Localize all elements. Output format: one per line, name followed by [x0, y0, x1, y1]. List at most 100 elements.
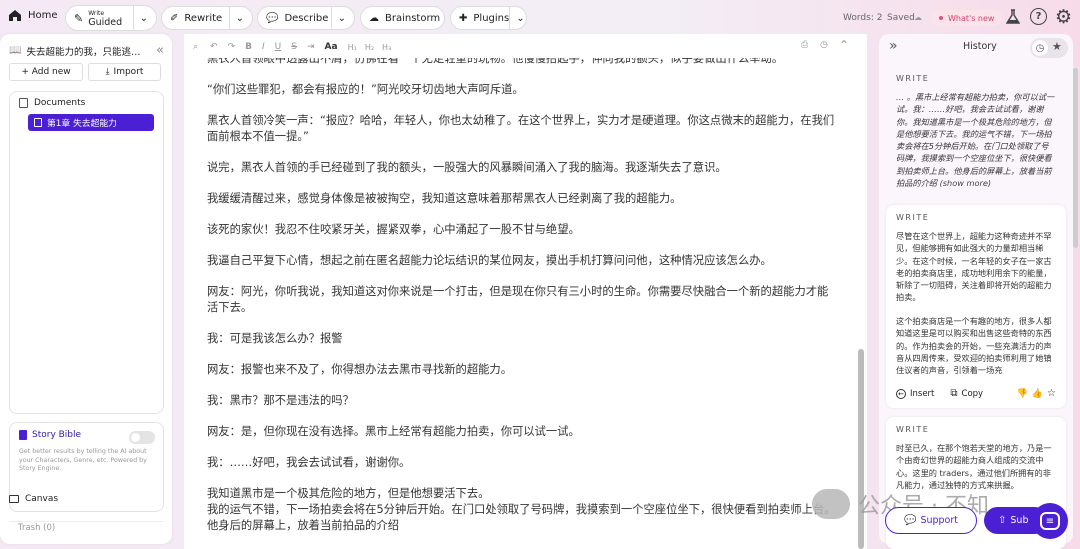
story-bible-description: Get better results by telling the AI abo… [19, 448, 147, 472]
import-icon: ⤓ [105, 67, 110, 77]
italic-icon[interactable]: I [262, 42, 265, 52]
editor-paragraph[interactable]: 该死的家伙！我忍不住咬紧牙关，握紧双拳，心中涌起了一股不甘与绝望。 [207, 222, 839, 238]
history-card-text: 这个拍卖商店是一个有趣的地方，很多人都知道这里是可以购买和出售这些奇特的东西的。… [896, 316, 1052, 375]
feather-icon: ✎ [74, 11, 84, 25]
chevron-down-icon[interactable]: ⌄ [330, 7, 346, 29]
import-button[interactable]: ⤓ Import [88, 63, 161, 81]
add-new-button[interactable]: + Add new [9, 63, 83, 81]
editor-paragraph[interactable]: “你们这些罪犯，都会有报应的！”阿光咬牙切齿地大声呵斥道。 [207, 82, 839, 98]
show-more-link[interactable]: (show more) [940, 178, 992, 187]
scrollbar[interactable] [857, 62, 865, 549]
whats-new-badge[interactable]: What's new [931, 10, 1003, 26]
heading2-icon[interactable]: H₂ [365, 43, 374, 52]
help-icon[interactable]: ? [1030, 8, 1047, 25]
indent-icon[interactable]: ⇥ [307, 42, 315, 52]
editor-paragraph[interactable]: 网友：报警也来不及了，你得想办法去黑市寻找新的超能力。 [207, 362, 839, 378]
history-scrollbar[interactable] [1073, 68, 1078, 248]
chapter-item[interactable]: 第1章 失去超能力 [28, 114, 154, 131]
canvas-item[interactable]: Canvas [9, 494, 58, 504]
history-card-text: … 。黑市上经常有超能力拍卖，你可以试一试。我：……好吧，我会去试试看，谢谢你。… [896, 92, 1055, 187]
plugins-button[interactable]: ✚ Plugins ⌄ [450, 6, 527, 30]
editor-paragraph[interactable]: 我缓缓清醒过来，感觉身体像是被被掏空，我知道这意味着那帮黑衣人已经剥离了我的超能… [207, 191, 839, 207]
home-button[interactable]: Home [8, 9, 58, 22]
editor: ⌕ ↶ ↷ B I U S ⇥ Aa H₁ H₂ H₃ ⎙ ◷ ⌃ 黑衣人首领眼… [184, 34, 867, 549]
write-button[interactable]: ✎ Write Guided ⌄ [65, 5, 157, 31]
strikethrough-icon[interactable]: S [291, 42, 297, 52]
undo-icon[interactable]: ↶ [210, 42, 218, 52]
trash-item[interactable]: Trash (0) [18, 523, 55, 533]
editor-paragraph[interactable]: 网友：阿光，你听我说，我知道这对你来说是一个打击，但是现在你只有三小时的生命。你… [207, 284, 839, 316]
rewrite-icon: ✐ [170, 12, 179, 24]
editor-paragraph[interactable]: 我：黑市？那不是违法的吗？ [207, 393, 839, 409]
collapse-sidebar-icon[interactable]: « [156, 43, 164, 58]
editor-toolbar: ⌕ ↶ ↷ B I U S ⇥ Aa H₁ H₂ H₃ ⎙ ◷ ⌃ [184, 34, 867, 60]
document-body[interactable]: 黑衣人首领眼中透露出不屑，仿佛在看一个无足轻重的玩物。他慢慢抬起手，伸向我的额头… [207, 58, 839, 549]
clock-icon: ◷ [1032, 40, 1048, 56]
whats-new-label: What's new [948, 13, 995, 23]
project-title[interactable]: 失去超能力的我，只能逃… [26, 44, 140, 58]
documents-header: Documents [19, 98, 85, 108]
chevron-down-icon[interactable]: ⌄ [509, 7, 525, 29]
chevron-down-icon[interactable]: ⌄ [228, 7, 244, 29]
canvas-label: Canvas [25, 494, 59, 504]
history-card[interactable]: WRITE 尽管在这个世界上，超能力这种奇迹并不罕见，但能够拥有如此强大的力量却… [886, 205, 1066, 408]
editor-paragraph[interactable]: 黑衣人首领冷笑一声：“报应？哈哈，年轻人，你也太幼稚了。在这个世界上，实力才是硬… [207, 113, 839, 145]
editor-paragraph[interactable]: 说完，黑衣人首领的手已经碰到了我的额头，一股强大的风暴瞬间涌入了我的脑海。我逐渐… [207, 160, 839, 176]
collapse-up-icon[interactable]: ⌃ [839, 38, 849, 52]
heading1-icon[interactable]: H₁ [348, 43, 357, 52]
clock-icon[interactable]: ◷ [820, 40, 828, 50]
heading3-icon[interactable]: H₃ [382, 43, 391, 52]
brainstorm-button[interactable]: ☁ Brainstorm [360, 6, 445, 30]
word-count: Words: 2 [843, 13, 883, 23]
editor-paragraph[interactable]: 我：……好吧，我会去试试看，谢谢你。 [207, 455, 839, 471]
insert-button[interactable]: ← Insert [896, 388, 934, 399]
chat-launcher-button[interactable]: ≡ [1032, 503, 1068, 539]
editor-paragraph[interactable]: 网友：是，但你现在没有选择。黑市上经常有超能力拍卖，你可以试一试。 [207, 424, 839, 440]
editor-paragraph[interactable]: 我逼自己平复下心情，想起之前在匿名超能力论坛结识的某位网友，摸出手机打算问问他，… [207, 253, 839, 269]
history-card[interactable]: WRITE … 。黑市上经常有超能力拍卖，你可以试一试。我：……好吧，我会去试试… [886, 66, 1066, 197]
bible-icon [19, 430, 27, 440]
cloud-icon: ☁ [914, 13, 922, 22]
support-button[interactable]: 💬 Support [885, 507, 977, 534]
chevron-down-icon[interactable]: ⌄ [132, 6, 148, 30]
editor-paragraph[interactable]: 我知道黑市是一个极其危险的地方，但是他想要活下去。 我的运气不错，下一场拍卖会将… [207, 486, 839, 534]
chat-bubble-icon: ≡ [1040, 512, 1060, 530]
thumbs-down-icon[interactable]: 👎 [1017, 389, 1028, 399]
history-filter-toggle[interactable]: ◷ ★ [1030, 38, 1068, 58]
speech-icon: 💬 [266, 12, 279, 24]
top-bar: Home ✎ Write Guided ⌄ ✐ Rewrite ⌄ 💬 Desc… [0, 0, 1080, 35]
copy-icon: ⧉ [950, 388, 958, 399]
star-icon[interactable]: ☆ [1047, 388, 1056, 399]
history-title: History [963, 41, 997, 52]
import-label: Import [113, 67, 144, 77]
saved-status: Saved [887, 13, 915, 23]
describe-button[interactable]: 💬 Describe ⌄ [257, 6, 355, 30]
upload-icon: ⇧ [998, 515, 1007, 526]
expand-panel-icon[interactable]: » [889, 38, 898, 54]
card-actions: ← Insert ⧉ Copy 👎 👍 ☆ [896, 388, 1056, 399]
brainstorm-label: Brainstorm [385, 12, 441, 24]
text-size-icon[interactable]: Aa [325, 42, 338, 52]
flask-icon[interactable] [1006, 9, 1020, 25]
gear-icon[interactable]: ⚙ [1055, 6, 1072, 28]
book-icon: 📖 [9, 45, 22, 56]
redo-icon[interactable]: ↷ [228, 42, 236, 52]
document-icon [34, 118, 42, 127]
plugins-label: Plugins [473, 12, 510, 24]
home-icon [8, 9, 22, 22]
home-label: Home [28, 10, 58, 21]
search-icon[interactable]: ⌕ [193, 42, 198, 52]
bold-icon[interactable]: B [245, 42, 252, 52]
history-card-text: 时至已久，在那个饱若天堂的地方，乃是一个由奇幻世界的超能力商人组成的交流中心。这… [896, 443, 1052, 490]
thumbs-up-icon[interactable]: 👍 [1032, 389, 1043, 399]
editor-paragraph[interactable]: 黑衣人首领眼中透露出不屑，仿佛在看一个无足轻重的玩物。他慢慢抬起手，伸向我的额头… [207, 58, 839, 67]
document-icon [19, 98, 28, 108]
print-icon[interactable]: ⎙ [801, 40, 808, 50]
chat-icon: 💬 [903, 515, 917, 526]
copy-button[interactable]: ⧉ Copy [950, 388, 983, 399]
editor-paragraph[interactable]: 我：可是我该怎么办？报警 [207, 331, 839, 347]
underline-icon[interactable]: U [275, 42, 282, 52]
story-bible-header[interactable]: Story Bible [19, 430, 81, 440]
rewrite-button[interactable]: ✐ Rewrite ⌄ [161, 6, 253, 30]
story-bible-toggle[interactable] [129, 431, 155, 444]
